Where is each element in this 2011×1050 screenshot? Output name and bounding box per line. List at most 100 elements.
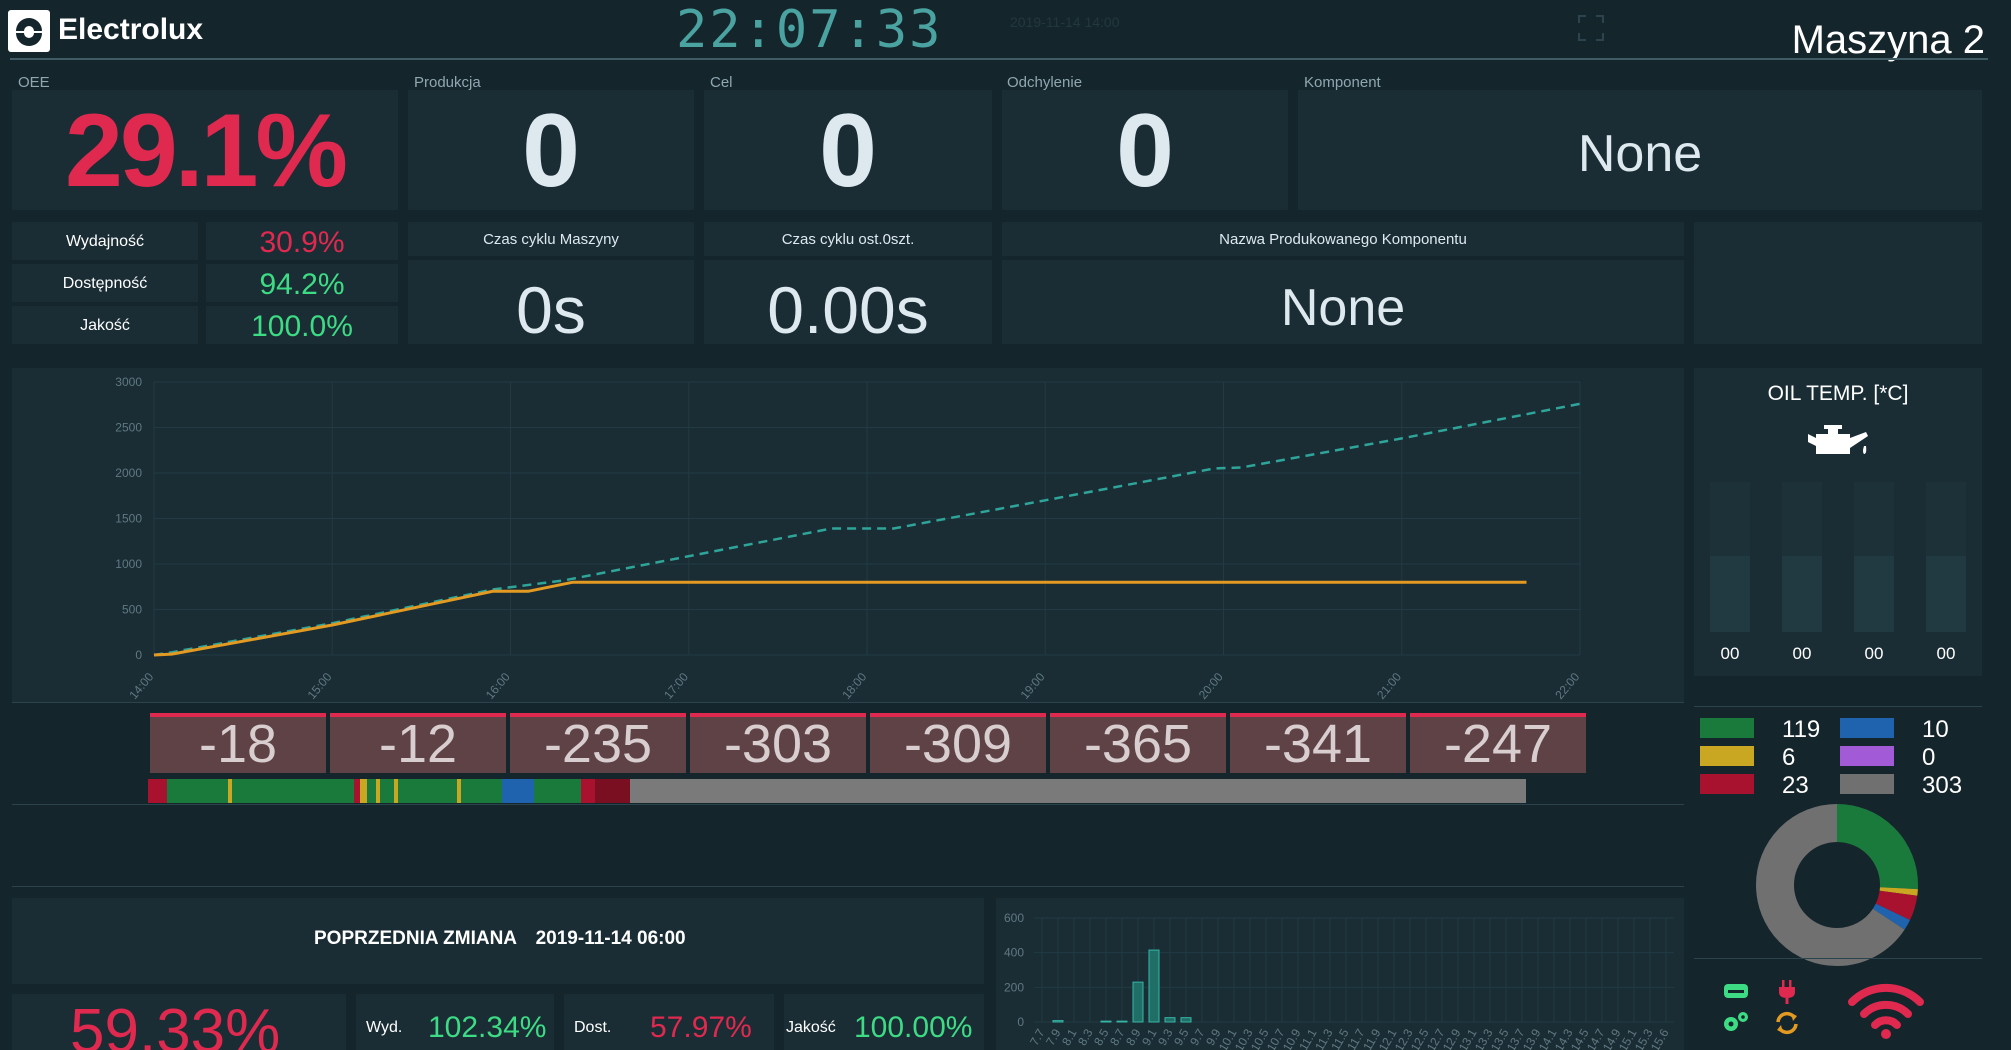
previous-wyd-label: Wyd. xyxy=(366,1019,403,1036)
brand-name: Electrolux xyxy=(58,13,204,46)
timeline-segment xyxy=(167,779,229,803)
component-name-label: Nazwa Produkowanego Komponentu xyxy=(1219,231,1467,248)
legend-swatch xyxy=(1840,718,1894,738)
timeline-segment xyxy=(629,779,1527,803)
hist-y-tick: 600 xyxy=(1004,911,1024,925)
y-tick-label: 0 xyxy=(135,648,142,662)
hist-bar xyxy=(1132,981,1144,1023)
x-tick-label: 22:00 xyxy=(1552,670,1582,702)
hist-y-tick: 200 xyxy=(1004,980,1024,994)
fullscreen-icon[interactable] xyxy=(1577,14,1605,47)
status-donut-chart xyxy=(1756,804,1918,966)
oil-temp-title: OIL TEMP. [*C] xyxy=(1767,382,1909,405)
electrolux-logo-icon xyxy=(16,18,42,46)
machine-status-icon xyxy=(1722,982,1750,1005)
previous-shift-label: POPRZEDNIA ZMIANA xyxy=(314,928,517,949)
timeline-segment xyxy=(594,779,630,803)
produkcja-label: Produkcja xyxy=(414,74,481,91)
y-tick-label: 2500 xyxy=(115,421,142,435)
legend-swatch xyxy=(1840,774,1894,794)
timeline-segment xyxy=(502,779,535,803)
deviation-value: -235 xyxy=(543,714,653,774)
x-tick-label: 17:00 xyxy=(661,670,691,702)
deviation-value: -341 xyxy=(1263,714,1373,774)
previous-dost-value: 57.97% xyxy=(650,1011,752,1044)
timeline-segment xyxy=(232,779,355,803)
hist-bar xyxy=(1052,1020,1064,1023)
timeline-segment xyxy=(366,779,377,803)
lower-divider xyxy=(12,886,1684,887)
breakdown-value: 100.0% xyxy=(251,310,353,343)
hist-bar xyxy=(1116,1020,1128,1023)
legend-swatch xyxy=(1700,774,1754,794)
x-tick-label: 18:00 xyxy=(839,670,869,702)
x-tick-label: 16:00 xyxy=(483,670,513,702)
date-display: 2019-11-14 14:00 xyxy=(1010,14,1120,30)
x-tick-label: 19:00 xyxy=(1018,670,1048,702)
timeline-segment xyxy=(148,779,168,803)
breakdown-value: 30.9% xyxy=(259,226,345,259)
cel-value: 0 xyxy=(819,93,877,209)
cycle-last-value: 0.00s xyxy=(767,273,929,347)
oil-bar-value: 00 xyxy=(1936,644,1956,663)
breakdown-label: Wydajność xyxy=(65,233,145,250)
gears-icon xyxy=(1722,1010,1750,1039)
timeline-segment xyxy=(534,779,582,803)
oil-bar-fill xyxy=(1926,556,1966,632)
deviation-value: -309 xyxy=(903,714,1013,774)
legend-swatch xyxy=(1840,746,1894,766)
hist-y-tick: 400 xyxy=(1004,946,1024,960)
legend-value: 303 xyxy=(1922,772,1963,799)
production-line xyxy=(153,580,1527,657)
previous-wyd-value: 102.34% xyxy=(428,1011,547,1044)
cel-label: Cel xyxy=(710,74,733,91)
right-bottom-divider xyxy=(1694,958,1982,959)
y-tick-label: 3000 xyxy=(115,375,142,389)
hist-bar xyxy=(1180,1017,1192,1023)
production-line-chart: 0 500 1000 1500 2000 2500 3000 14:00 15:00 16:00 1… xyxy=(115,375,1582,702)
deviation-strip-line xyxy=(12,702,1684,703)
clock: 22:07:33 xyxy=(676,0,943,60)
deviation-value: -247 xyxy=(1443,714,1553,774)
legend-swatch xyxy=(1700,746,1754,766)
legend-value: 119 xyxy=(1782,716,1821,743)
timeline-segment xyxy=(380,779,395,803)
oil-bar-fill xyxy=(1710,556,1750,632)
cycle-last-label: Czas cyklu ost.0szt. xyxy=(781,231,915,248)
timeline-segment xyxy=(359,779,367,803)
hist-y-tick: 0 xyxy=(1017,1015,1024,1029)
x-tick-label: 21:00 xyxy=(1374,670,1404,702)
x-tick-label: 14:00 xyxy=(126,670,156,702)
y-tick-label: 1000 xyxy=(115,557,142,571)
oil-bar-fill xyxy=(1854,556,1894,632)
hist-bar xyxy=(1148,949,1160,1023)
breakdown-label: Jakość xyxy=(80,317,130,334)
oee-label: OEE xyxy=(18,74,50,91)
timeline-segment xyxy=(398,779,457,803)
cycle-machine-value: 0s xyxy=(516,273,586,347)
oil-can-icon xyxy=(1806,424,1872,467)
wifi-icon xyxy=(1846,982,1926,1045)
previous-jak-value: 100.00% xyxy=(854,1011,973,1044)
right-divider xyxy=(1694,706,1982,707)
y-tick-label: 500 xyxy=(122,603,142,617)
component-name-value: None xyxy=(1280,279,1406,337)
oil-bar-value: 00 xyxy=(1864,644,1884,663)
deviation-value: -303 xyxy=(723,714,833,774)
x-tick-label: 15:00 xyxy=(305,670,335,702)
oil-bar-value: 00 xyxy=(1720,644,1740,663)
cycle-time-histogram: 02004006007.77.98.18.38.58.78.99.19.39.5… xyxy=(1004,911,1674,1050)
breakdown-label: Dostępność xyxy=(62,275,148,292)
x-tick-label: 20:00 xyxy=(1196,670,1226,702)
cycle-machine-label: Czas cyklu Maszyny xyxy=(483,231,619,248)
sync-icon xyxy=(1774,1010,1800,1041)
power-plug-icon xyxy=(1776,980,1798,1009)
machine-name: Maszyna 2 xyxy=(1791,18,1985,62)
timeline-segment xyxy=(460,779,503,803)
deviation-value: -12 xyxy=(378,714,458,774)
y-tick-label: 2000 xyxy=(115,466,142,480)
legend-value: 23 xyxy=(1782,772,1809,799)
deviation-value: -365 xyxy=(1083,714,1193,774)
oil-bar-fill xyxy=(1782,556,1822,632)
hist-bar xyxy=(1100,1020,1112,1023)
